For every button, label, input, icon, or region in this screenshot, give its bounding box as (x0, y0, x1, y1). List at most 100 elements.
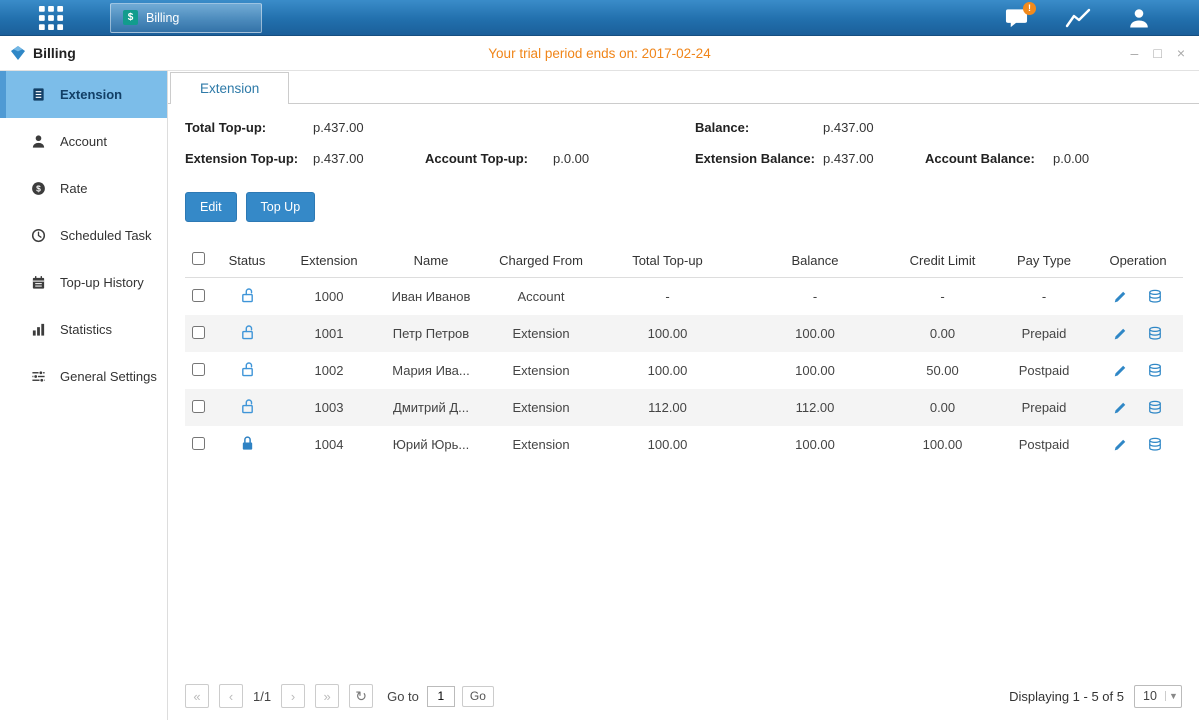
billing-dollar-icon: $ (123, 10, 138, 25)
col-total-topup: Total Top-up (595, 243, 740, 278)
extension-topup-label: Extension Top-up: (185, 151, 313, 166)
topbar-tab-billing[interactable]: $ Billing (110, 3, 262, 33)
extension-number: 1000 (283, 278, 375, 316)
page-indicator: 1/1 (253, 689, 271, 704)
topup-icon[interactable] (1147, 400, 1163, 415)
sidebar-item-topup-history[interactable]: Top-up History (0, 259, 167, 306)
table-row[interactable]: 1000 Иван Иванов Account - - - - (185, 278, 1183, 316)
topup-icon[interactable] (1147, 326, 1163, 341)
sidebar-item-statistics[interactable]: Statistics (0, 306, 167, 353)
user-menu-button[interactable] (1127, 6, 1151, 30)
sidebar-item-rate[interactable]: $ Rate (0, 165, 167, 212)
go-button[interactable]: Go (462, 686, 494, 707)
topup-icon[interactable] (1147, 437, 1163, 452)
edit-icon[interactable] (1113, 401, 1127, 415)
extension-name: Мария Ива... (375, 352, 487, 389)
goto-page-input[interactable] (427, 686, 455, 707)
action-buttons: Edit Top Up (185, 192, 1182, 222)
chevron-down-icon: ▼ (1165, 691, 1181, 701)
charged-from: Extension (487, 389, 595, 426)
billing-summary: Total Top-up: p.437.00 Balance: p.437.00… (185, 120, 1182, 182)
topup-icon[interactable] (1147, 289, 1163, 304)
account-topup-value: p.0.00 (553, 151, 589, 166)
apps-grid-icon[interactable] (36, 4, 66, 32)
col-charged-from: Charged From (487, 243, 595, 278)
trial-notice: Your trial period ends on: 2017-02-24 (488, 46, 710, 61)
charged-from: Account (487, 278, 595, 316)
close-button[interactable]: × (1177, 46, 1185, 60)
top-up-button[interactable]: Top Up (246, 192, 316, 222)
first-page-button[interactable]: « (185, 684, 209, 708)
sidebar-item-general-settings[interactable]: General Settings (0, 353, 167, 400)
extension-number: 1001 (283, 315, 375, 352)
svg-text:$: $ (36, 184, 41, 194)
table-row[interactable]: 1004 Юрий Юрь... Extension 100.00 100.00… (185, 426, 1183, 463)
locked-icon (240, 439, 255, 454)
unlocked-icon (240, 291, 255, 306)
tabstrip: Extension (168, 71, 1199, 104)
page-size-value: 10 (1135, 689, 1165, 703)
row-checkbox[interactable] (192, 363, 205, 376)
sidebar-item-label: Scheduled Task (60, 228, 152, 243)
col-credit-limit: Credit Limit (890, 243, 995, 278)
extension-icon (30, 87, 47, 102)
edit-icon[interactable] (1113, 327, 1127, 341)
balance-value: p.437.00 (823, 120, 874, 135)
reports-button[interactable] (1065, 7, 1091, 29)
goto-label: Go to (387, 689, 419, 704)
sidebar-item-label: Extension (60, 87, 122, 102)
col-extension: Extension (283, 243, 375, 278)
maximize-button[interactable]: □ (1153, 46, 1161, 60)
sidebar-item-scheduled-task[interactable]: Scheduled Task (0, 212, 167, 259)
edit-icon[interactable] (1113, 290, 1127, 304)
extension-number: 1002 (283, 352, 375, 389)
charged-from: Extension (487, 315, 595, 352)
balance: - (740, 278, 890, 316)
topup-icon[interactable] (1147, 363, 1163, 378)
account-icon (30, 134, 47, 149)
window-controls: – □ × (1131, 46, 1185, 60)
credit-limit: 0.00 (890, 315, 995, 352)
account-balance-label: Account Balance: (925, 151, 1053, 166)
balance-label: Balance: (695, 120, 823, 135)
edit-icon[interactable] (1113, 438, 1127, 452)
balance: 100.00 (740, 426, 890, 463)
row-checkbox[interactable] (192, 400, 205, 413)
select-all-checkbox[interactable] (192, 252, 205, 265)
topbar-actions: ! (1004, 0, 1151, 36)
extension-table: Status Extension Name Charged From Total… (185, 243, 1183, 463)
minimize-button[interactable]: – (1131, 46, 1139, 60)
table-row[interactable]: 1003 Дмитрий Д... Extension 112.00 112.0… (185, 389, 1183, 426)
row-checkbox[interactable] (192, 437, 205, 450)
total-topup: - (595, 278, 740, 316)
total-topup: 112.00 (595, 389, 740, 426)
rate-icon: $ (30, 181, 47, 196)
sidebar-item-extension[interactable]: Extension (0, 71, 167, 118)
clock-icon (30, 228, 47, 243)
sidebar-item-account[interactable]: Account (0, 118, 167, 165)
edit-button[interactable]: Edit (185, 192, 237, 222)
pay-type: Prepaid (995, 389, 1093, 426)
row-checkbox[interactable] (192, 326, 205, 339)
table-row[interactable]: 1001 Петр Петров Extension 100.00 100.00… (185, 315, 1183, 352)
sliders-icon (30, 369, 47, 384)
page-size-select[interactable]: 10 ▼ (1134, 685, 1182, 708)
main-panel: Extension Total Top-up: p.437.00 Balance… (168, 71, 1199, 720)
tab-extension[interactable]: Extension (170, 72, 289, 104)
total-topup: 100.00 (595, 426, 740, 463)
edit-icon[interactable] (1113, 364, 1127, 378)
last-page-button[interactable]: » (315, 684, 339, 708)
table-row[interactable]: 1002 Мария Ива... Extension 100.00 100.0… (185, 352, 1183, 389)
next-page-button[interactable]: › (281, 684, 305, 708)
refresh-icon[interactable]: ↻ (349, 684, 373, 708)
notifications-button[interactable]: ! (1004, 7, 1029, 30)
charged-from: Extension (487, 352, 595, 389)
row-checkbox[interactable] (192, 289, 205, 302)
col-status: Status (211, 243, 283, 278)
total-topup: 100.00 (595, 352, 740, 389)
prev-page-button[interactable]: ‹ (219, 684, 243, 708)
sidebar-item-label: Account (60, 134, 107, 149)
credit-limit: 50.00 (890, 352, 995, 389)
pay-type: Prepaid (995, 315, 1093, 352)
sidebar-item-label: Statistics (60, 322, 112, 337)
